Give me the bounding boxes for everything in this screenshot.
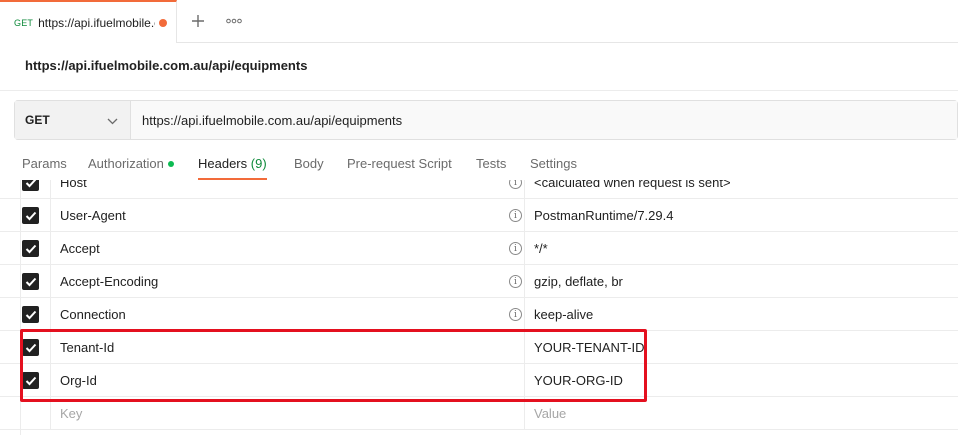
request-tab[interactable]: GET https://api.ifuelmobile.c [0, 0, 177, 43]
headers-table: Host i <calculated when request is sent>… [0, 180, 958, 435]
table-row: Org-Id YOUR-ORG-ID [0, 364, 958, 397]
column-divider [524, 364, 525, 396]
header-value[interactable]: */* [534, 232, 548, 265]
table-row: Tenant-Id YOUR-TENANT-ID [0, 331, 958, 364]
header-value[interactable]: YOUR-ORG-ID [534, 364, 623, 397]
column-divider [50, 232, 51, 264]
new-header-row: Key Value [0, 397, 958, 430]
column-divider [524, 298, 525, 330]
header-value[interactable]: gzip, deflate, br [534, 265, 623, 298]
checkbox-checked-icon [22, 180, 39, 191]
column-divider [50, 298, 51, 330]
column-divider [50, 331, 51, 363]
row-checkbox[interactable] [22, 180, 51, 199]
header-key[interactable]: Tenant-Id [60, 331, 114, 364]
header-key[interactable]: Host [60, 180, 87, 199]
tab-settings[interactable]: Settings [530, 156, 577, 180]
row-checkbox[interactable] [22, 298, 51, 331]
plus-icon[interactable] [186, 9, 210, 33]
unsaved-dot-icon [159, 18, 168, 27]
info-icon[interactable]: i [509, 275, 522, 288]
new-key-input[interactable]: Key [60, 397, 82, 430]
row-checkbox[interactable] [22, 265, 51, 298]
tab-prerequest-script[interactable]: Pre-request Script [347, 156, 452, 180]
checkbox-checked-icon [22, 273, 39, 290]
row-checkbox[interactable] [22, 331, 51, 364]
checkbox-checked-icon [22, 372, 39, 389]
column-divider [50, 364, 51, 396]
row-checkbox[interactable] [22, 199, 51, 232]
table-row: Accept-Encoding i gzip, deflate, br [0, 265, 958, 298]
checkbox-checked-icon [22, 207, 39, 224]
url-input[interactable] [131, 101, 957, 139]
column-divider [524, 331, 525, 363]
checkbox-checked-icon [22, 306, 39, 323]
info-icon[interactable]: i [509, 242, 522, 255]
new-value-input[interactable]: Value [534, 397, 566, 430]
header-value[interactable]: PostmanRuntime/7.29.4 [534, 199, 673, 232]
info-icon[interactable]: i [509, 209, 522, 222]
column-divider [524, 180, 525, 198]
column-divider [50, 180, 51, 198]
info-icon[interactable]: i [509, 180, 522, 189]
tab-title: https://api.ifuelmobile.c [38, 15, 156, 30]
column-divider [524, 232, 525, 264]
tab-authorization-label: Authorization [88, 156, 164, 171]
tab-params[interactable]: Params [22, 156, 67, 180]
column-divider [524, 199, 525, 231]
method-label: GET [25, 113, 50, 127]
column-divider [524, 397, 525, 429]
table-row: Host i <calculated when request is sent> [0, 180, 958, 199]
request-tabs: Params Authorization Headers (9) Body Pr… [0, 149, 958, 180]
tab-strip: GET https://api.ifuelmobile.c [0, 0, 958, 43]
headers-count: (9) [250, 156, 267, 171]
table-row: Accept i */* [0, 232, 958, 265]
header-value[interactable]: keep-alive [534, 298, 593, 331]
chevron-down-icon [107, 113, 118, 128]
header-key[interactable]: Connection [60, 298, 126, 331]
checkbox-checked-icon [22, 339, 39, 356]
row-checkbox[interactable] [22, 364, 51, 397]
url-bar: GET [14, 100, 958, 140]
header-key[interactable]: Accept [60, 232, 100, 265]
column-divider [50, 265, 51, 297]
tab-body[interactable]: Body [294, 156, 324, 180]
more-horizontal-icon[interactable] [222, 9, 246, 33]
method-select[interactable]: GET [15, 101, 131, 139]
tab-headers-label: Headers [198, 156, 248, 171]
table-row: Connection i keep-alive [0, 298, 958, 331]
status-dot-icon [167, 160, 174, 167]
info-icon[interactable]: i [509, 308, 522, 321]
column-divider [50, 397, 51, 429]
tab-authorization[interactable]: Authorization [88, 156, 174, 180]
divider [0, 90, 958, 91]
row-checkbox[interactable] [22, 232, 51, 265]
header-value[interactable]: YOUR-TENANT-ID [534, 331, 645, 364]
header-key[interactable]: Accept-Encoding [60, 265, 158, 298]
header-key[interactable]: User-Agent [60, 199, 126, 232]
request-title[interactable]: https://api.ifuelmobile.com.au/api/equip… [25, 58, 307, 73]
table-row: User-Agent i PostmanRuntime/7.29.4 [0, 199, 958, 232]
tab-method-label: GET [14, 17, 34, 28]
header-value[interactable]: <calculated when request is sent> [534, 180, 731, 199]
tab-tests[interactable]: Tests [476, 156, 506, 180]
column-divider [50, 199, 51, 231]
tab-headers[interactable]: Headers (9) [198, 156, 267, 180]
header-key[interactable]: Org-Id [60, 364, 97, 397]
column-divider [524, 265, 525, 297]
checkbox-checked-icon [22, 240, 39, 257]
